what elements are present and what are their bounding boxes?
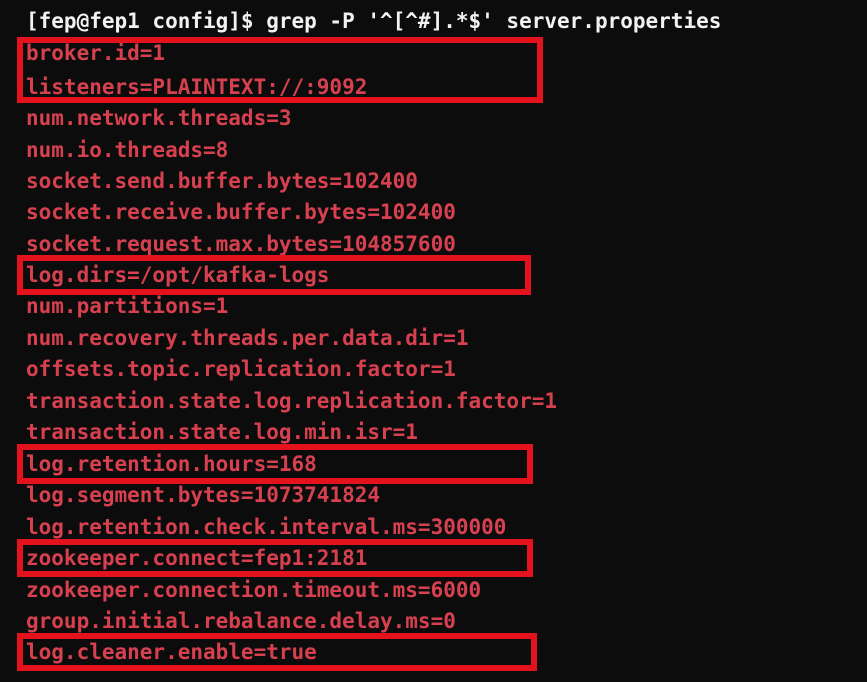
config-line: socket.receive.buffer.bytes=102400 [26, 200, 456, 224]
config-line: zookeeper.connect=fep1:2181 [26, 546, 368, 570]
config-line: num.network.threads=3 [26, 106, 292, 130]
config-line: group.initial.rebalance.delay.ms=0 [26, 609, 456, 633]
config-line: log.retention.hours=168 [26, 452, 317, 476]
config-line: transaction.state.log.replication.factor… [26, 389, 558, 413]
config-line: log.cleaner.enable=true [26, 640, 317, 664]
config-line: zookeeper.connection.timeout.ms=6000 [26, 578, 482, 602]
config-line: log.retention.check.interval.ms=300000 [26, 515, 507, 539]
config-line: socket.send.buffer.bytes=102400 [26, 169, 418, 193]
terminal-window[interactable]: [fep@fep1 config]$ grep -P '^[^#].*$' se… [0, 0, 867, 682]
config-line: listeners=PLAINTEXT://:9092 [26, 75, 368, 99]
command-prompt: [fep@fep1 config]$ grep -P '^[^#].*$' se… [26, 9, 722, 33]
config-line: log.segment.bytes=1073741824 [26, 483, 381, 507]
config-line: num.io.threads=8 [26, 138, 229, 162]
config-line: transaction.state.log.min.isr=1 [26, 420, 418, 444]
config-line: offsets.topic.replication.factor=1 [26, 357, 456, 381]
config-line: socket.request.max.bytes=104857600 [26, 232, 456, 256]
config-line: num.recovery.threads.per.data.dir=1 [26, 326, 469, 350]
config-line: broker.id=1 [26, 41, 166, 65]
config-line: num.partitions=1 [26, 294, 229, 318]
config-line: log.dirs=/opt/kafka-logs [26, 263, 330, 287]
